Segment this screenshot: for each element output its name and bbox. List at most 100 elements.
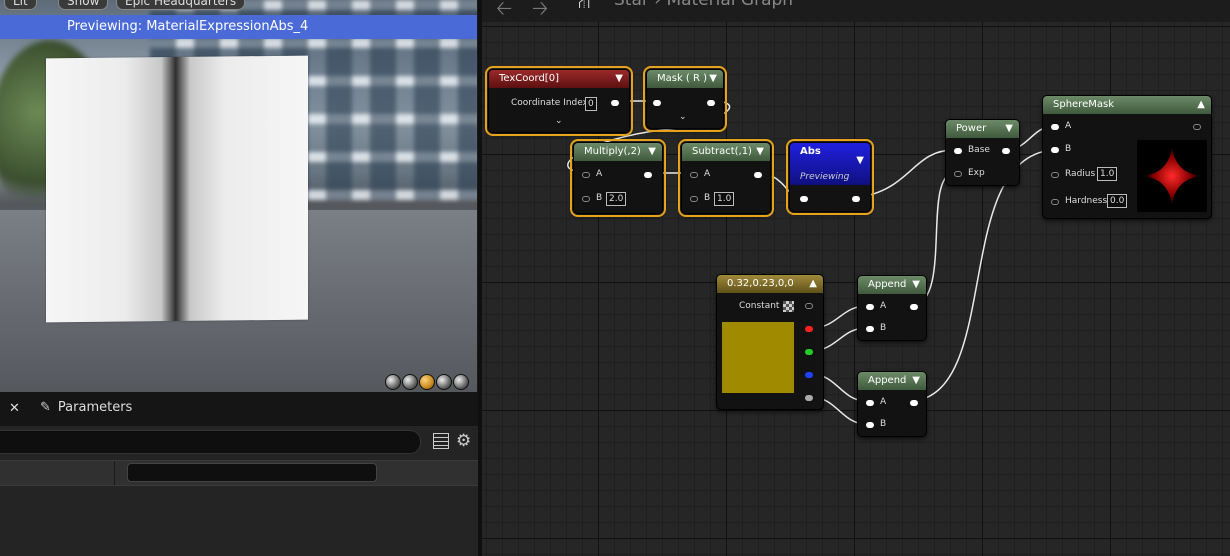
gear-icon[interactable]: ⚙ xyxy=(456,431,471,451)
search-input[interactable] xyxy=(0,430,421,454)
node-texcoord-header[interactable]: TexCoord[0] ▼ xyxy=(489,70,629,88)
input-pin-b[interactable] xyxy=(866,326,874,332)
node-constant-header[interactable]: 0.32,0.23,0,0 ▲ xyxy=(717,275,823,293)
node-append-2-title: Append xyxy=(868,375,907,386)
node-mask-header[interactable]: Mask ( R ) ▼ xyxy=(647,70,723,88)
output-pin[interactable] xyxy=(644,172,652,178)
preview-banner: Previewing: MaterialExpressionAbs_4 xyxy=(0,15,477,39)
b-value-field[interactable]: 1.0 xyxy=(714,192,735,206)
coord-index-label: Coordinate Index xyxy=(511,98,588,108)
output-pin[interactable] xyxy=(852,196,860,202)
material-graph-canvas[interactable]: 🡠 🡢 ⛙ Star › Material Graph TexCoord[0] ▼… xyxy=(482,0,1230,556)
sky-button[interactable]: Epic Headquarters xyxy=(116,0,246,10)
input-pin-exp[interactable] xyxy=(954,171,962,177)
expand-chevron-icon[interactable]: ⌄ xyxy=(679,112,687,122)
chevron-down-icon[interactable]: ▼ xyxy=(756,143,764,161)
node-power-header[interactable]: Power ▼ xyxy=(946,120,1019,138)
output-pin[interactable] xyxy=(1002,148,1010,154)
chevron-down-icon[interactable]: ▼ xyxy=(1005,120,1013,138)
parameters-panel: ✕ ✎ Parameters ⚙ xyxy=(0,392,478,556)
b-value-field[interactable]: 2.0 xyxy=(606,192,627,206)
node-abs[interactable]: Abs ▼ Previewing xyxy=(786,139,874,215)
chevron-down-icon[interactable]: ▼ xyxy=(912,276,920,294)
node-texcoord[interactable]: TexCoord[0] ▼ Coordinate Index 0 ⌄ xyxy=(485,66,633,136)
input-pin-a[interactable] xyxy=(866,400,874,406)
sky-label: Epic Headquarters xyxy=(125,0,237,8)
output-pin[interactable] xyxy=(910,304,918,310)
output-pin-r[interactable] xyxy=(805,326,813,332)
output-pin-rgba[interactable] xyxy=(805,303,813,309)
node-append-1[interactable]: Append ▼ A B xyxy=(857,275,927,341)
node-subtract[interactable]: Subtract(,1) ▼ A B 1.0 xyxy=(678,139,774,217)
output-pin[interactable] xyxy=(910,400,918,406)
coord-index-field[interactable]: 0 xyxy=(585,97,597,111)
tab-parameters-label: Parameters xyxy=(57,400,133,415)
node-spheremask-header[interactable]: SphereMask ▲ xyxy=(1043,96,1211,114)
pin-b-label: B xyxy=(596,193,603,203)
output-pin-b[interactable] xyxy=(805,372,813,378)
node-constant[interactable]: 0.32,0.23,0,0 ▲ Constant xyxy=(716,274,824,410)
output-pin-g[interactable] xyxy=(805,349,813,355)
input-pin-b[interactable] xyxy=(866,422,874,428)
radius-field[interactable]: 1.0 xyxy=(1097,167,1118,181)
chevron-down-icon[interactable]: ▼ xyxy=(648,143,656,161)
checker-icon xyxy=(783,301,794,312)
output-pin[interactable] xyxy=(707,100,715,106)
output-pin[interactable] xyxy=(754,172,762,178)
input-pin-radius[interactable] xyxy=(1051,172,1059,178)
cube-shape-icon[interactable] xyxy=(436,374,452,390)
node-multiply[interactable]: Multiply(,2) ▼ A B 2.0 xyxy=(570,139,666,217)
table-view-icon[interactable] xyxy=(433,433,449,449)
output-pin[interactable] xyxy=(1193,124,1201,130)
node-mask[interactable]: Mask ( R ) ▼ ⌄ xyxy=(643,66,727,132)
input-pin-a[interactable] xyxy=(1051,124,1059,130)
node-multiply-title: Multiply(,2) xyxy=(584,146,641,157)
input-pin-a[interactable] xyxy=(690,172,698,178)
node-multiply-header[interactable]: Multiply(,2) ▼ xyxy=(574,143,662,161)
close-icon[interactable]: ✕ xyxy=(9,401,20,416)
lit-label: Lit xyxy=(13,0,28,8)
node-power[interactable]: Power ▼ Base Exp xyxy=(945,119,1020,186)
node-texcoord-title: TexCoord[0] xyxy=(499,73,559,84)
input-pin-a[interactable] xyxy=(582,172,590,178)
material-preview-viewport[interactable]: Lit Show Epic Headquarters Previewing: M… xyxy=(0,0,477,392)
show-button[interactable]: Show xyxy=(58,0,109,10)
input-pin-b[interactable] xyxy=(1051,147,1059,153)
chevron-down-icon[interactable]: ▼ xyxy=(615,70,623,88)
cylinder-shape-icon[interactable] xyxy=(385,374,401,390)
input-pin-b[interactable] xyxy=(582,196,590,202)
chevron-down-icon[interactable]: ▼ xyxy=(856,155,864,166)
node-spheremask[interactable]: SphereMask ▲ A B Radius 1.0 Hardness 0.0 xyxy=(1042,95,1212,219)
hardness-field[interactable]: 0.0 xyxy=(1107,194,1128,208)
chevron-down-icon[interactable]: ▼ xyxy=(709,70,717,88)
custom-mesh-icon[interactable] xyxy=(453,374,469,390)
node-append-2[interactable]: Append ▼ A B xyxy=(857,371,927,437)
node-append-2-header[interactable]: Append ▼ xyxy=(858,372,926,390)
constant-color-swatch[interactable] xyxy=(722,322,794,393)
node-append-1-header[interactable]: Append ▼ xyxy=(858,276,926,294)
node-abs-header[interactable]: Abs ▼ Previewing xyxy=(790,143,870,185)
tab-parameters[interactable]: ✎ Parameters xyxy=(40,400,132,415)
parameter-value-field[interactable] xyxy=(127,463,377,482)
input-pin-b[interactable] xyxy=(690,196,698,202)
pin-a-label: A xyxy=(596,169,603,179)
chevron-down-icon[interactable]: ▼ xyxy=(912,372,920,390)
chevron-up-icon[interactable]: ▲ xyxy=(1197,96,1205,114)
output-pin[interactable] xyxy=(611,100,619,106)
column-divider[interactable] xyxy=(114,461,115,485)
input-pin[interactable] xyxy=(653,100,661,106)
input-pin-a[interactable] xyxy=(866,304,874,310)
input-pin-base[interactable] xyxy=(954,148,962,154)
pin-b-label: B xyxy=(880,323,887,333)
node-subtract-header[interactable]: Subtract(,1) ▼ xyxy=(682,143,770,161)
sphere-shape-icon[interactable] xyxy=(402,374,418,390)
expand-chevron-icon[interactable]: ⌄ xyxy=(555,116,563,126)
preview-shape-toolbar xyxy=(385,374,470,390)
input-pin-hardness[interactable] xyxy=(1051,199,1059,205)
node-constant-title: 0.32,0.23,0,0 xyxy=(727,278,794,289)
plane-shape-icon[interactable] xyxy=(419,374,435,390)
chevron-up-icon[interactable]: ▲ xyxy=(809,275,817,293)
lit-button[interactable]: Lit xyxy=(4,0,37,10)
input-pin[interactable] xyxy=(800,196,808,202)
output-pin-a[interactable] xyxy=(805,395,813,401)
